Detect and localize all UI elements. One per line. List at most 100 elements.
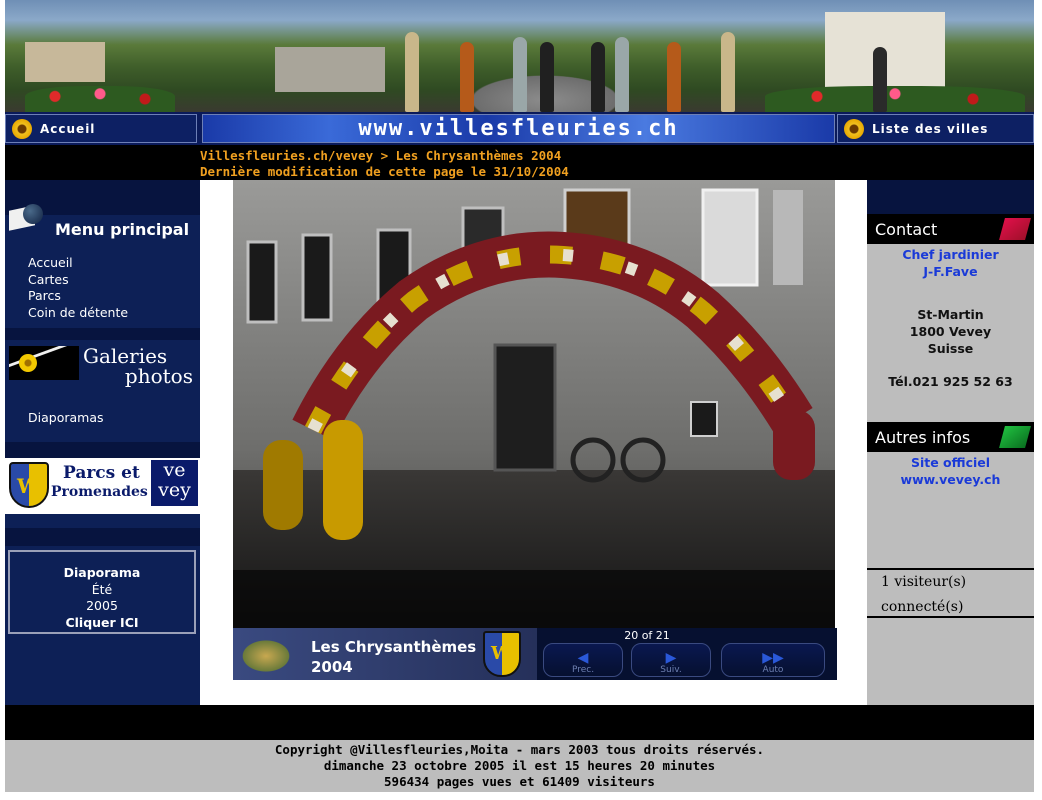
city-list-label: Liste des villes <box>872 121 989 136</box>
gallery-title: Galeries photos <box>83 346 193 386</box>
home-button[interactable]: Accueil <box>5 114 197 143</box>
left-sidebar: Menu principal Accueil Cartes Parcs Coin… <box>5 180 200 705</box>
slideshow-box-season: Été <box>91 581 113 597</box>
footer: Copyright @Villesfleuries,Moita - mars 2… <box>5 740 1034 792</box>
next-arrow-icon: ▶ <box>665 650 677 666</box>
banner-statue <box>513 37 527 112</box>
film-strip-icon <box>9 346 79 380</box>
visitors-connected: connecté(s) <box>881 599 964 615</box>
parks-promenades-logo[interactable]: W Parcs et Promenades ve vey <box>5 458 200 514</box>
caption-title-line1: Les Chrysanthèmes <box>311 638 477 656</box>
fast-forward-icon: ▶▶ <box>762 650 784 666</box>
sunflower-icon <box>844 118 864 139</box>
banner-building <box>25 42 105 82</box>
official-site-link[interactable]: www.vevey.ch <box>867 471 1034 488</box>
official-site-label: Site officiel <box>910 455 991 470</box>
sidebar-item-slideshows[interactable]: Diaporamas <box>28 410 198 427</box>
auto-label: Auto <box>762 665 784 675</box>
sidebar-item-relax[interactable]: Coin de détente <box>28 305 198 322</box>
sidebar-divider <box>5 528 200 546</box>
top-nav-bar: Accueil www.villesfleuries.ch Liste des … <box>5 112 1034 145</box>
prev-button[interactable]: ◀ Prec. <box>543 643 623 677</box>
site-url-banner[interactable]: www.villesfleuries.ch <box>202 114 835 143</box>
banner-statue <box>615 37 629 112</box>
villesfleuries-logo-icon <box>239 638 293 674</box>
city-list-button[interactable]: Liste des villes <box>837 114 1034 143</box>
pink-book-icon <box>999 218 1031 240</box>
sidebar-item-home[interactable]: Accueil <box>28 255 198 272</box>
phone-number: Tél.021 925 52 63 <box>888 374 1013 389</box>
vevey-shield-icon: W <box>483 631 521 677</box>
last-modified-text: Dernière modification de cette page le 3… <box>200 164 569 179</box>
address-line3: Suisse <box>927 341 974 356</box>
banner-statue <box>873 47 887 112</box>
banner-flowerbed <box>25 86 175 112</box>
gallery-header: Galeries photos <box>5 340 200 386</box>
vevey-wordmark: ve vey <box>151 460 198 506</box>
breadcrumb-band: Villesfleuries.ch/vevey > Les Chrysanthè… <box>5 145 1034 180</box>
contact-header: Contact <box>867 214 1034 244</box>
main-menu-header: Menu principal <box>5 202 200 239</box>
banner-flowerbed <box>765 86 1025 112</box>
banner-building <box>275 47 385 92</box>
online-visitors-box: 1 visiteur(s) connecté(s) <box>867 568 1034 618</box>
parks-logo-line1: Parcs et <box>63 463 140 483</box>
slideshow-controls: 20 of 21 ◀ Prec. ▶ Suiv. ▶▶ Auto <box>537 628 837 680</box>
sidebar-item-maps[interactable]: Cartes <box>28 272 198 289</box>
sidebar-item-parks[interactable]: Parcs <box>28 288 198 305</box>
gardener-title: Chef jardinier <box>902 247 999 262</box>
sidebar-divider <box>5 328 200 340</box>
datetime-text: dimanche 23 octobre 2005 il est 15 heure… <box>323 758 716 773</box>
main-menu-title: Menu principal <box>55 220 190 239</box>
visitors-count: 1 visiteur(s) <box>881 574 967 590</box>
globe-book-icon <box>9 204 43 234</box>
home-label: Accueil <box>40 121 96 136</box>
other-info-header: Autres infos <box>867 422 1034 452</box>
chrysanthemum-staircase-photo <box>233 180 835 628</box>
next-button[interactable]: ▶ Suiv. <box>631 643 711 677</box>
slideshow-box-title: Diaporama <box>63 565 141 580</box>
slideshow-photo <box>233 180 835 628</box>
right-sidebar-spacer <box>867 180 1034 214</box>
caption-panel: Les Chrysanthèmes 2004 W <box>233 628 537 680</box>
slide-counter: 20 of 21 <box>624 629 670 642</box>
banner-statue <box>667 42 681 112</box>
slideshow-summer-box[interactable]: Diaporama Été 2005 Cliquer ICI <box>8 550 196 634</box>
next-label: Suiv. <box>660 665 682 675</box>
banner-statue <box>721 32 735 112</box>
banner-statue <box>460 42 474 112</box>
caption-title-line2: 2004 <box>311 658 353 676</box>
prev-label: Prec. <box>571 665 595 675</box>
address-block: St-Martin 1800 Vevey Suisse <box>867 306 1034 357</box>
gardener-name[interactable]: J-F.Fave <box>867 263 1034 280</box>
vevey-wordmark-line1: ve <box>163 459 186 481</box>
main-menu-list: Accueil Cartes Parcs Coin de détente <box>28 255 198 321</box>
caption-title: Les Chrysanthèmes 2004 <box>311 637 476 677</box>
slideshow-box-year: 2005 <box>86 598 118 613</box>
contact-title: Contact <box>875 219 938 239</box>
sunflower-icon <box>12 118 32 139</box>
gardener-info: Chef jardinier J-F.Fave <box>867 246 1034 280</box>
official-site-info: Site officiel www.vevey.ch <box>867 454 1034 488</box>
gallery-title-line1: Galeries <box>83 344 168 368</box>
banner-statue <box>540 42 554 112</box>
banner-statue <box>405 32 419 112</box>
auto-play-button[interactable]: ▶▶ Auto <box>721 643 825 677</box>
prev-arrow-icon: ◀ <box>577 650 589 666</box>
copyright-text: Copyright @Villesfleuries,Moita - mars 2… <box>274 742 765 757</box>
green-book-icon <box>999 426 1031 448</box>
breadcrumb[interactable]: Villesfleuries.ch/vevey > Les Chrysanthè… <box>200 148 561 163</box>
vevey-wordmark-line2: vey <box>158 479 191 501</box>
other-info-title: Autres infos <box>875 427 971 447</box>
bottom-band <box>5 705 1034 740</box>
slideshow-caption-bar: Les Chrysanthèmes 2004 W 20 of 21 ◀ Prec… <box>233 628 837 680</box>
site-url-text: www.villesfleuries.ch <box>358 116 679 141</box>
header-banner-photo <box>5 0 1034 112</box>
banner-statue <box>591 42 605 112</box>
address-line1: St-Martin <box>917 307 984 322</box>
sidebar-divider <box>5 442 200 458</box>
vevey-shield-icon: W <box>9 462 49 508</box>
parks-logo-line2: Promenades <box>51 484 148 500</box>
address-line2: 1800 Vevey <box>909 324 992 339</box>
right-sidebar: Contact Chef jardinier J-F.Fave St-Marti… <box>867 180 1034 705</box>
